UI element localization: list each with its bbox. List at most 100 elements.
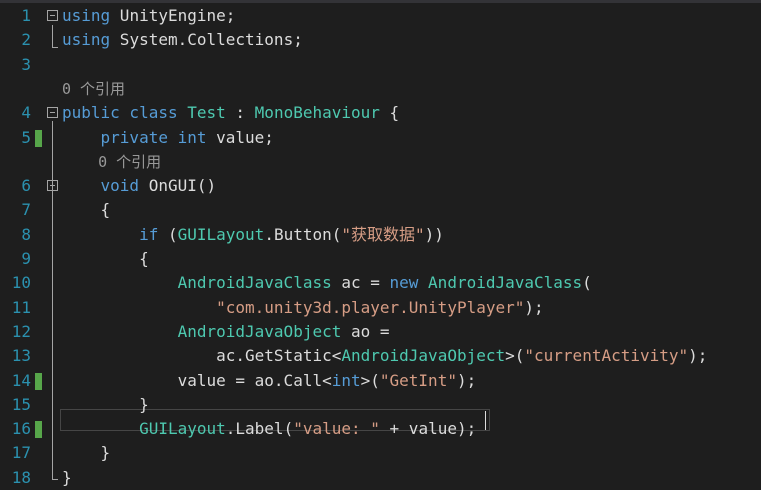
code-line: 10 AndroidJavaClass ac = new AndroidJava…	[0, 271, 761, 295]
codelens-references[interactable]: 0 个引用	[0, 150, 761, 174]
code-line: 16 GUILayout.Label("value: " + value);	[0, 417, 761, 441]
code-text: using System.Collections;	[62, 28, 303, 52]
line-number: 15	[11, 394, 31, 414]
code-text: using UnityEngine;	[62, 4, 235, 28]
code-token: ac.GetStatic<	[62, 346, 342, 366]
code-token: "value: "	[293, 419, 380, 439]
line-number: 6	[21, 176, 31, 196]
code-token: public class	[62, 103, 188, 123]
code-line: 5 private int value;	[0, 126, 761, 150]
codelens-references[interactable]: 0 个引用	[0, 77, 761, 101]
code-text: {	[62, 198, 111, 222]
code-token: :	[225, 103, 255, 123]
code-token: (	[167, 224, 178, 244]
line-number: 5	[21, 127, 31, 147]
code-text: ac.GetStatic<AndroidJavaObject>("current…	[62, 344, 707, 368]
code-token: {	[379, 103, 400, 123]
code-line: 2 using System.Collections;	[0, 28, 761, 52]
code-text: GUILayout.Label("value: " + value);	[62, 417, 476, 441]
code-token: OnGUI()	[148, 176, 217, 196]
code-text: {	[62, 247, 149, 271]
code-token: "GetInt"	[379, 370, 457, 390]
code-token: AndroidJavaClass	[428, 273, 583, 293]
code-line: 13 ac.GetStatic<AndroidJavaObject>("curr…	[0, 344, 761, 368]
line-number: 18	[11, 467, 31, 487]
code-token: value;	[216, 127, 274, 147]
line-number: 14	[11, 370, 31, 390]
code-token: using	[62, 6, 111, 25]
code-token: UnityEngine;	[110, 6, 236, 25]
code-token: GUILayout	[177, 224, 265, 244]
code-line: 18}	[0, 466, 761, 490]
code-token: System.Collections;	[110, 30, 303, 50]
code-token: AndroidJavaObject	[177, 321, 342, 341]
change-marker	[35, 372, 42, 390]
code-token: {	[62, 249, 149, 268]
editor-top-border	[0, 0, 761, 3]
line-number: 1	[21, 6, 31, 25]
line-number: 16	[11, 419, 31, 439]
code-token: MonoBehaviour	[254, 103, 380, 123]
code-line: 17 }	[0, 441, 761, 465]
collapse-icon[interactable]	[47, 10, 58, 21]
code-token: ao =	[341, 321, 390, 341]
code-token: "currentActivity"	[524, 346, 689, 366]
code-token: using	[62, 30, 111, 50]
code-text: value = ao.Call<int>("GetInt");	[62, 369, 477, 393]
code-line: 1 using UnityEngine;	[0, 4, 761, 28]
code-token: int	[331, 370, 361, 390]
code-text: }	[62, 466, 72, 490]
code-token: );	[524, 297, 544, 317]
code-token: }	[62, 443, 111, 463]
code-token: Test	[187, 103, 226, 123]
code-text: AndroidJavaClass ac = new AndroidJavaCla…	[62, 271, 592, 295]
change-marker	[35, 421, 42, 439]
line-number: 13	[11, 346, 31, 366]
code-token: void	[62, 176, 149, 196]
code-line: 11 "com.unity3d.player.UnityPlayer");	[0, 296, 761, 320]
collapse-icon[interactable]	[47, 107, 58, 119]
line-number: 7	[21, 200, 31, 220]
code-token: + value);	[379, 419, 477, 439]
code-token: }	[62, 467, 72, 487]
line-number: 9	[21, 249, 31, 268]
line-number: 2	[21, 30, 31, 50]
code-token: private int	[62, 127, 217, 147]
code-token: AndroidJavaObject	[341, 346, 506, 366]
code-token: "获取数据"	[341, 224, 425, 244]
code-token: );	[688, 346, 708, 366]
code-line: 3	[0, 53, 761, 77]
code-line: 6 void OnGUI()	[0, 174, 761, 198]
code-token: new	[389, 273, 429, 293]
code-text: void OnGUI()	[62, 174, 217, 198]
code-line: 8 if (GUILayout.Button("获取数据"))	[0, 223, 761, 247]
codelens-text: 0 个引用	[62, 152, 162, 171]
code-token: {	[62, 200, 111, 220]
code-line: 12 AndroidJavaObject ao =	[0, 320, 761, 344]
line-number: 11	[11, 297, 31, 317]
code-editor[interactable]: 1 using UnityEngine; 2 using System.Collect…	[0, 0, 761, 487]
code-line: 9 {	[0, 247, 761, 271]
code-line: 15 }	[0, 393, 761, 417]
code-text: AndroidJavaObject ao =	[62, 320, 390, 344]
code-text: }	[62, 441, 111, 465]
collapse-icon[interactable]	[47, 180, 58, 192]
code-token: if	[62, 224, 168, 244]
code-text: public class Test : MonoBehaviour {	[62, 101, 399, 125]
line-number: 4	[21, 103, 31, 123]
code-token: }	[62, 394, 149, 414]
code-token: ))	[424, 224, 444, 244]
line-number: 17	[11, 443, 31, 463]
code-token: GUILayout	[139, 419, 226, 439]
code-line: 4 public class Test : MonoBehaviour {	[0, 101, 761, 125]
code-token: ac =	[331, 273, 390, 293]
code-token: value = ao.Call<	[62, 370, 332, 390]
line-number: 10	[11, 273, 31, 293]
change-marker	[35, 129, 42, 147]
code-text: private int value;	[62, 126, 274, 150]
codelens-text: 0 个引用	[62, 79, 126, 98]
code-token: .Button(	[264, 224, 342, 244]
